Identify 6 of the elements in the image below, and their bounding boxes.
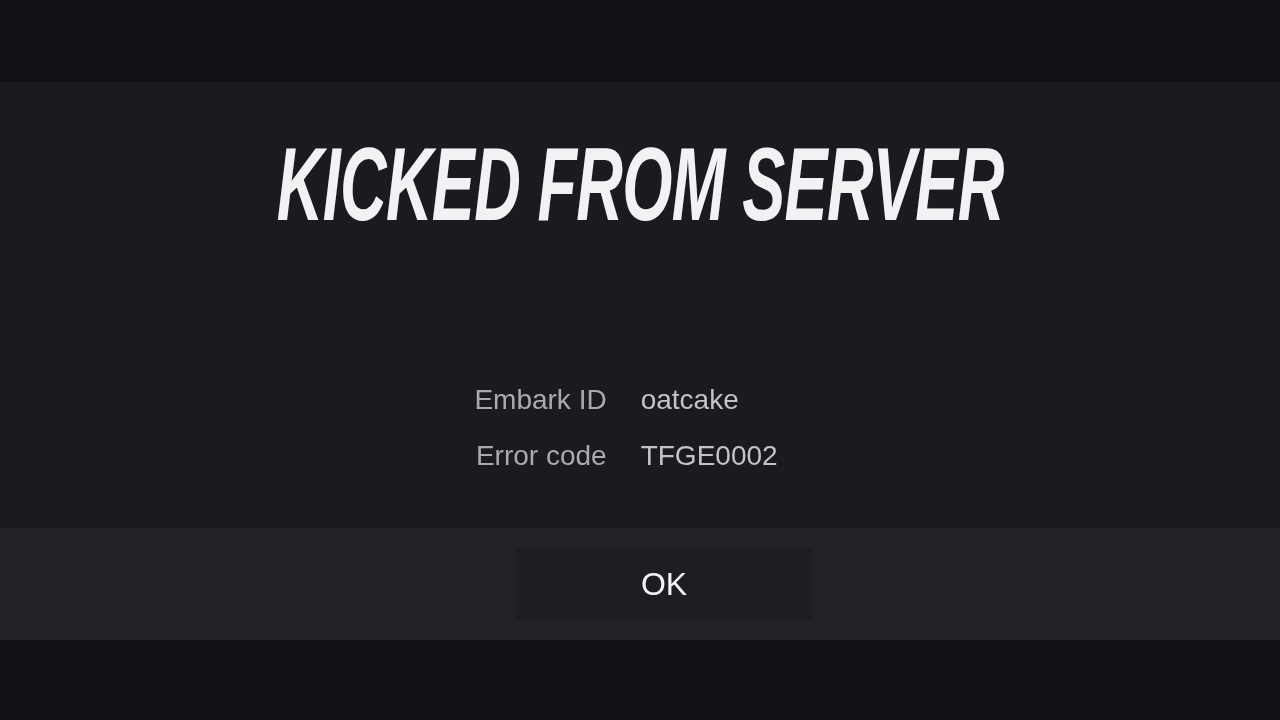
field-label: Error code [475,439,607,473]
dialog-title: KICKED FROM SERVER [276,132,1004,236]
field-value: oatcake [640,383,739,417]
field-value: TFGE0002 [640,439,778,473]
ok-button[interactable]: OK [516,548,812,620]
field-label: Embark ID [474,383,607,417]
